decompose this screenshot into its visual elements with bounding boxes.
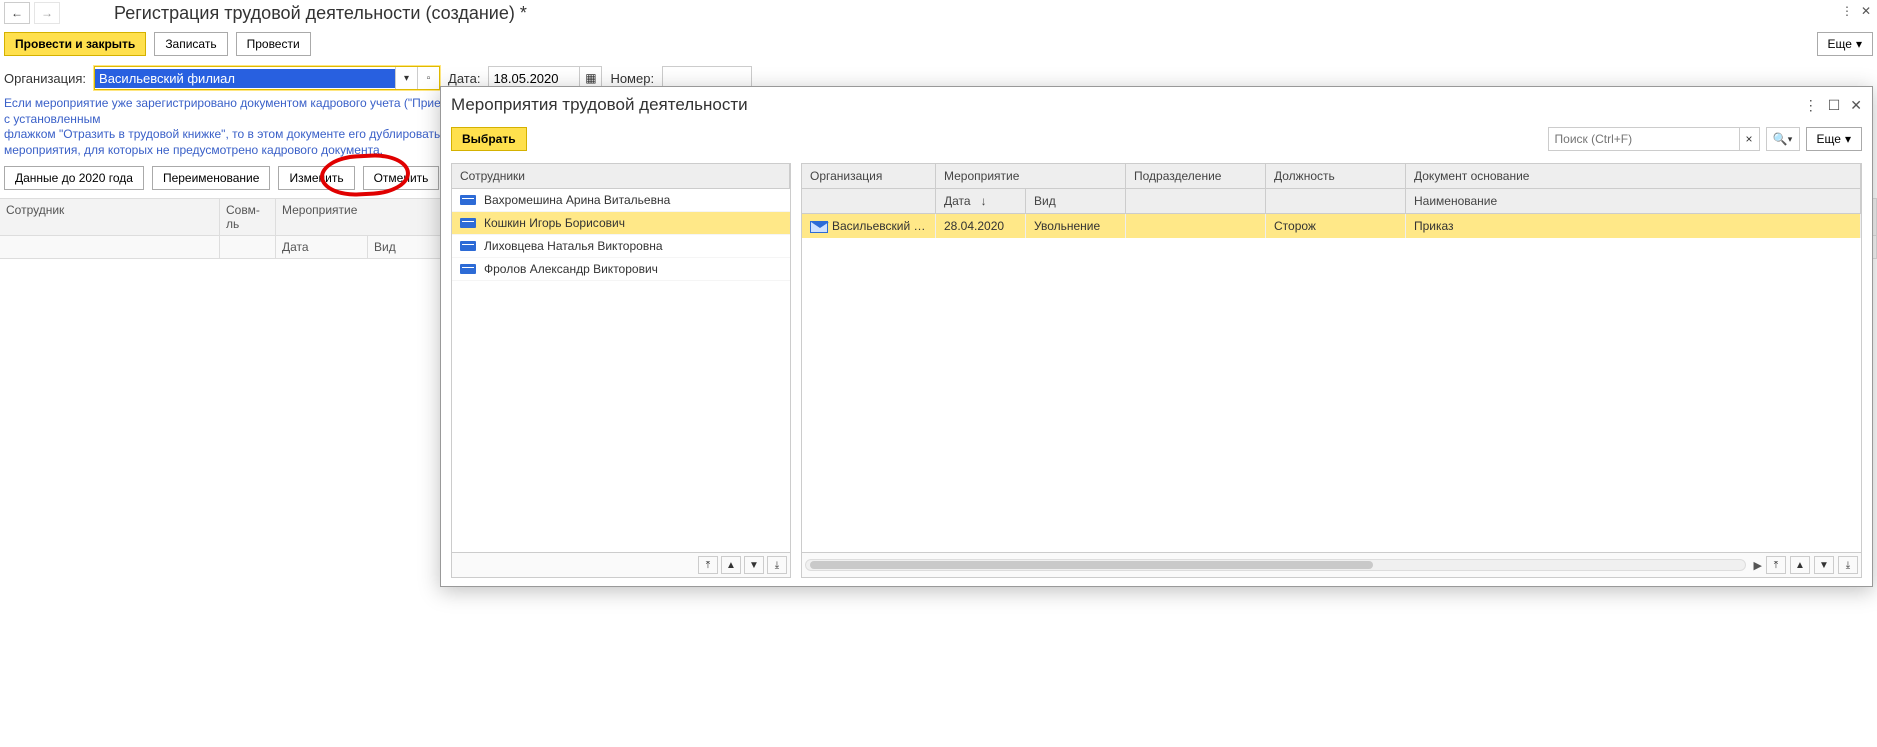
cancel-button[interactable]: Отменить	[363, 166, 440, 190]
clear-search-icon[interactable]: ×	[1739, 128, 1759, 150]
col-type: Вид	[1026, 189, 1126, 213]
col-name: Наименование	[1406, 189, 1861, 213]
person-icon	[460, 218, 476, 228]
kebab-icon[interactable]: ⋮	[1804, 97, 1818, 114]
scroll-up-icon[interactable]: ▲	[721, 556, 741, 574]
scroll-top-icon[interactable]: ⤒	[1766, 556, 1786, 574]
select-button[interactable]: Выбрать	[451, 127, 527, 151]
employee-row[interactable]: Кошкин Игорь Борисович	[452, 212, 790, 235]
person-icon	[460, 241, 476, 251]
person-icon	[460, 195, 476, 205]
search-icon: 🔍	[1773, 132, 1788, 146]
scroll-bottom-icon[interactable]: ⤓	[767, 556, 787, 574]
scroll-up-icon[interactable]: ▲	[1790, 556, 1810, 574]
post-button[interactable]: Провести	[236, 32, 311, 56]
chevron-down-icon: ▾	[1788, 134, 1793, 145]
back-button[interactable]: ←	[4, 2, 30, 24]
org-label: Организация:	[4, 71, 86, 86]
employees-header: Сотрудники	[452, 164, 790, 188]
employee-row[interactable]: Лиховцева Наталья Викторовна	[452, 235, 790, 258]
number-label: Номер:	[610, 71, 654, 86]
open-icon[interactable]: ▫	[417, 67, 439, 89]
col-org: Организация	[802, 164, 936, 188]
col-event: Мероприятие	[936, 164, 1126, 188]
horizontal-scrollbar[interactable]	[805, 559, 1746, 571]
maximize-icon[interactable]: ☐	[1828, 97, 1841, 114]
date-label: Дата:	[448, 71, 480, 86]
scroll-right-icon[interactable]: ▶	[1754, 559, 1762, 572]
scroll-down-icon[interactable]: ▼	[744, 556, 764, 574]
chevron-down-icon: ▾	[1845, 132, 1851, 146]
chevron-down-icon: ▾	[1856, 37, 1862, 51]
rename-button[interactable]: Переименование	[152, 166, 271, 190]
close-icon[interactable]: ✕	[1861, 4, 1871, 18]
search-input[interactable]	[1549, 130, 1739, 148]
edit-button[interactable]: Изменить	[278, 166, 354, 190]
page-title: Регистрация трудовой деятельности (созда…	[114, 3, 527, 24]
search-box[interactable]: ×	[1548, 127, 1760, 151]
document-icon	[810, 221, 828, 233]
employee-row[interactable]: Фролов Александр Викторович	[452, 258, 790, 281]
col-position: Должность	[1266, 164, 1406, 188]
person-icon	[460, 264, 476, 274]
sort-asc-icon: ↓	[981, 194, 987, 208]
more-button[interactable]: Еще ▾	[1817, 32, 1873, 56]
post-and-close-button[interactable]: Провести и закрыть	[4, 32, 146, 56]
employees-panel: Сотрудники Вахромешина Арина Витальевна …	[451, 163, 791, 578]
scroll-bottom-icon[interactable]: ⤓	[1838, 556, 1858, 574]
org-field[interactable]: ▾ ▫	[94, 66, 440, 90]
forward-button: →	[34, 2, 60, 24]
dialog-more-button[interactable]: Еще ▾	[1806, 127, 1862, 151]
col-parttime: Совм-ль	[220, 199, 276, 235]
events-dialog: Мероприятия трудовой деятельности ⋮ ☐ ✕ …	[440, 86, 1873, 587]
save-button[interactable]: Записать	[154, 32, 227, 56]
dropdown-icon[interactable]: ▾	[395, 67, 417, 89]
events-panel: Организация Мероприятие Подразделение До…	[801, 163, 1862, 578]
scroll-top-icon[interactable]: ⤒	[698, 556, 718, 574]
col-basis: Документ основание	[1406, 164, 1861, 188]
col-date: Дата	[276, 236, 368, 258]
before-2020-button[interactable]: Данные до 2020 года	[4, 166, 144, 190]
kebab-icon[interactable]: ⋮	[1841, 4, 1853, 18]
dialog-title: Мероприятия трудовой деятельности	[451, 95, 748, 115]
close-icon[interactable]: ✕	[1850, 97, 1862, 114]
event-row[interactable]: Васильевский фи... 28.04.2020 Увольнение…	[802, 214, 1861, 238]
employee-row[interactable]: Вахромешина Арина Витальевна	[452, 189, 790, 212]
col-employee: Сотрудник	[0, 199, 220, 235]
scroll-down-icon[interactable]: ▼	[1814, 556, 1834, 574]
col-dept: Подразделение	[1126, 164, 1266, 188]
org-input[interactable]	[95, 69, 395, 88]
col-date[interactable]: Дата ↓	[936, 189, 1026, 213]
date-input[interactable]	[489, 69, 579, 88]
search-button[interactable]: 🔍▾	[1766, 127, 1800, 151]
